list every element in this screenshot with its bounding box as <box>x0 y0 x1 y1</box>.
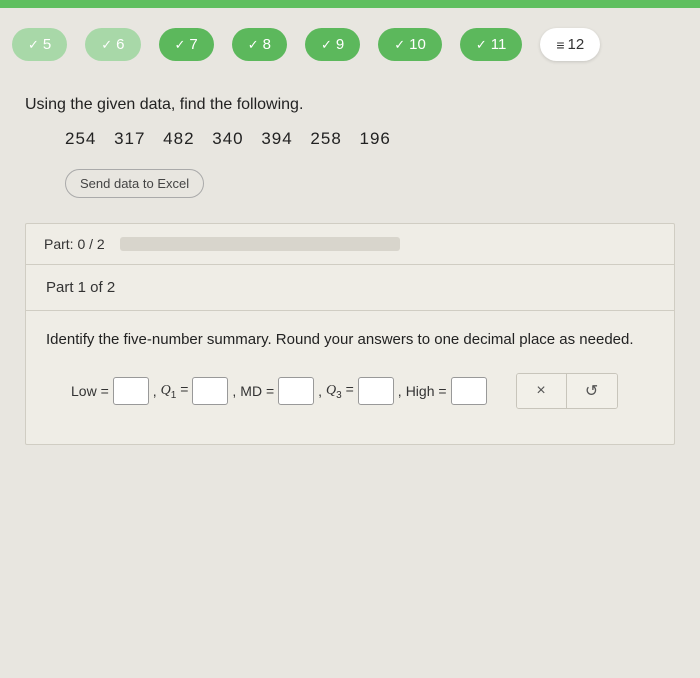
nav-num: 12 <box>568 36 585 53</box>
q1-input[interactable] <box>192 377 228 405</box>
part-body: Identify the five-number summary. Round … <box>26 311 674 444</box>
problem-content: Using the given data, find the following… <box>0 81 700 460</box>
check-icon: ✓ <box>476 37 487 53</box>
md-input[interactable] <box>278 377 314 405</box>
action-buttons: × ↺ <box>516 373 618 409</box>
part-instruction: Identify the five-number summary. Round … <box>46 331 654 348</box>
low-label: Low = <box>71 383 109 399</box>
send-to-excel-button[interactable]: Send data to Excel <box>65 169 204 198</box>
reset-button[interactable]: ↺ <box>567 374 617 408</box>
progress-row: Part: 0 / 2 <box>26 224 674 265</box>
nav-item-5[interactable]: ✓ 5 <box>12 28 67 61</box>
current-icon: ≡ <box>556 37 563 53</box>
answer-card: Part: 0 / 2 Part 1 of 2 Identify the fiv… <box>25 223 675 445</box>
high-input[interactable] <box>451 377 487 405</box>
clear-button[interactable]: × <box>517 374 567 408</box>
nav-item-12[interactable]: ≡ 12 <box>540 28 600 61</box>
comma: , <box>153 383 157 399</box>
nav-item-6[interactable]: ✓ 6 <box>85 28 140 61</box>
check-icon: ✓ <box>28 37 39 53</box>
q3-label: Q3 = <box>326 381 354 401</box>
nav-num: 8 <box>263 36 271 53</box>
md-label: MD = <box>240 383 274 399</box>
check-icon: ✓ <box>175 37 186 53</box>
nav-num: 7 <box>189 36 197 53</box>
nav-item-8[interactable]: ✓ 8 <box>232 28 287 61</box>
answer-row: Low = , Q1 = , MD = , Q3 = , High = × ↺ <box>71 373 654 409</box>
nav-num: 10 <box>409 36 426 53</box>
part-header: Part 1 of 2 <box>26 265 674 311</box>
nav-num: 11 <box>491 36 507 53</box>
nav-num: 9 <box>336 36 344 53</box>
nav-item-11[interactable]: ✓ 11 <box>460 28 522 61</box>
q1-label: Q1 = <box>161 381 189 401</box>
high-label: High = <box>406 383 447 399</box>
nav-item-7[interactable]: ✓ 7 <box>159 28 214 61</box>
comma: , <box>232 383 236 399</box>
comma: , <box>318 383 322 399</box>
question-nav: ✓ 5 ✓ 6 ✓ 7 ✓ 8 ✓ 9 ✓ 10 ✓ 11 ≡ 12 <box>0 8 700 81</box>
check-icon: ✓ <box>101 37 112 53</box>
part-count: Part: 0 / 2 <box>44 236 105 252</box>
problem-prompt: Using the given data, find the following… <box>25 96 675 114</box>
check-icon: ✓ <box>248 37 259 53</box>
nav-num: 6 <box>116 36 124 53</box>
nav-item-9[interactable]: ✓ 9 <box>305 28 360 61</box>
comma: , <box>398 383 402 399</box>
q3-input[interactable] <box>358 377 394 405</box>
check-icon: ✓ <box>321 37 332 53</box>
check-icon: ✓ <box>394 37 405 53</box>
data-values: 254 317 482 340 394 258 196 <box>65 129 675 149</box>
low-input[interactable] <box>113 377 149 405</box>
nav-item-10[interactable]: ✓ 10 <box>378 28 442 61</box>
nav-num: 5 <box>43 36 51 53</box>
progress-bar <box>120 237 400 251</box>
